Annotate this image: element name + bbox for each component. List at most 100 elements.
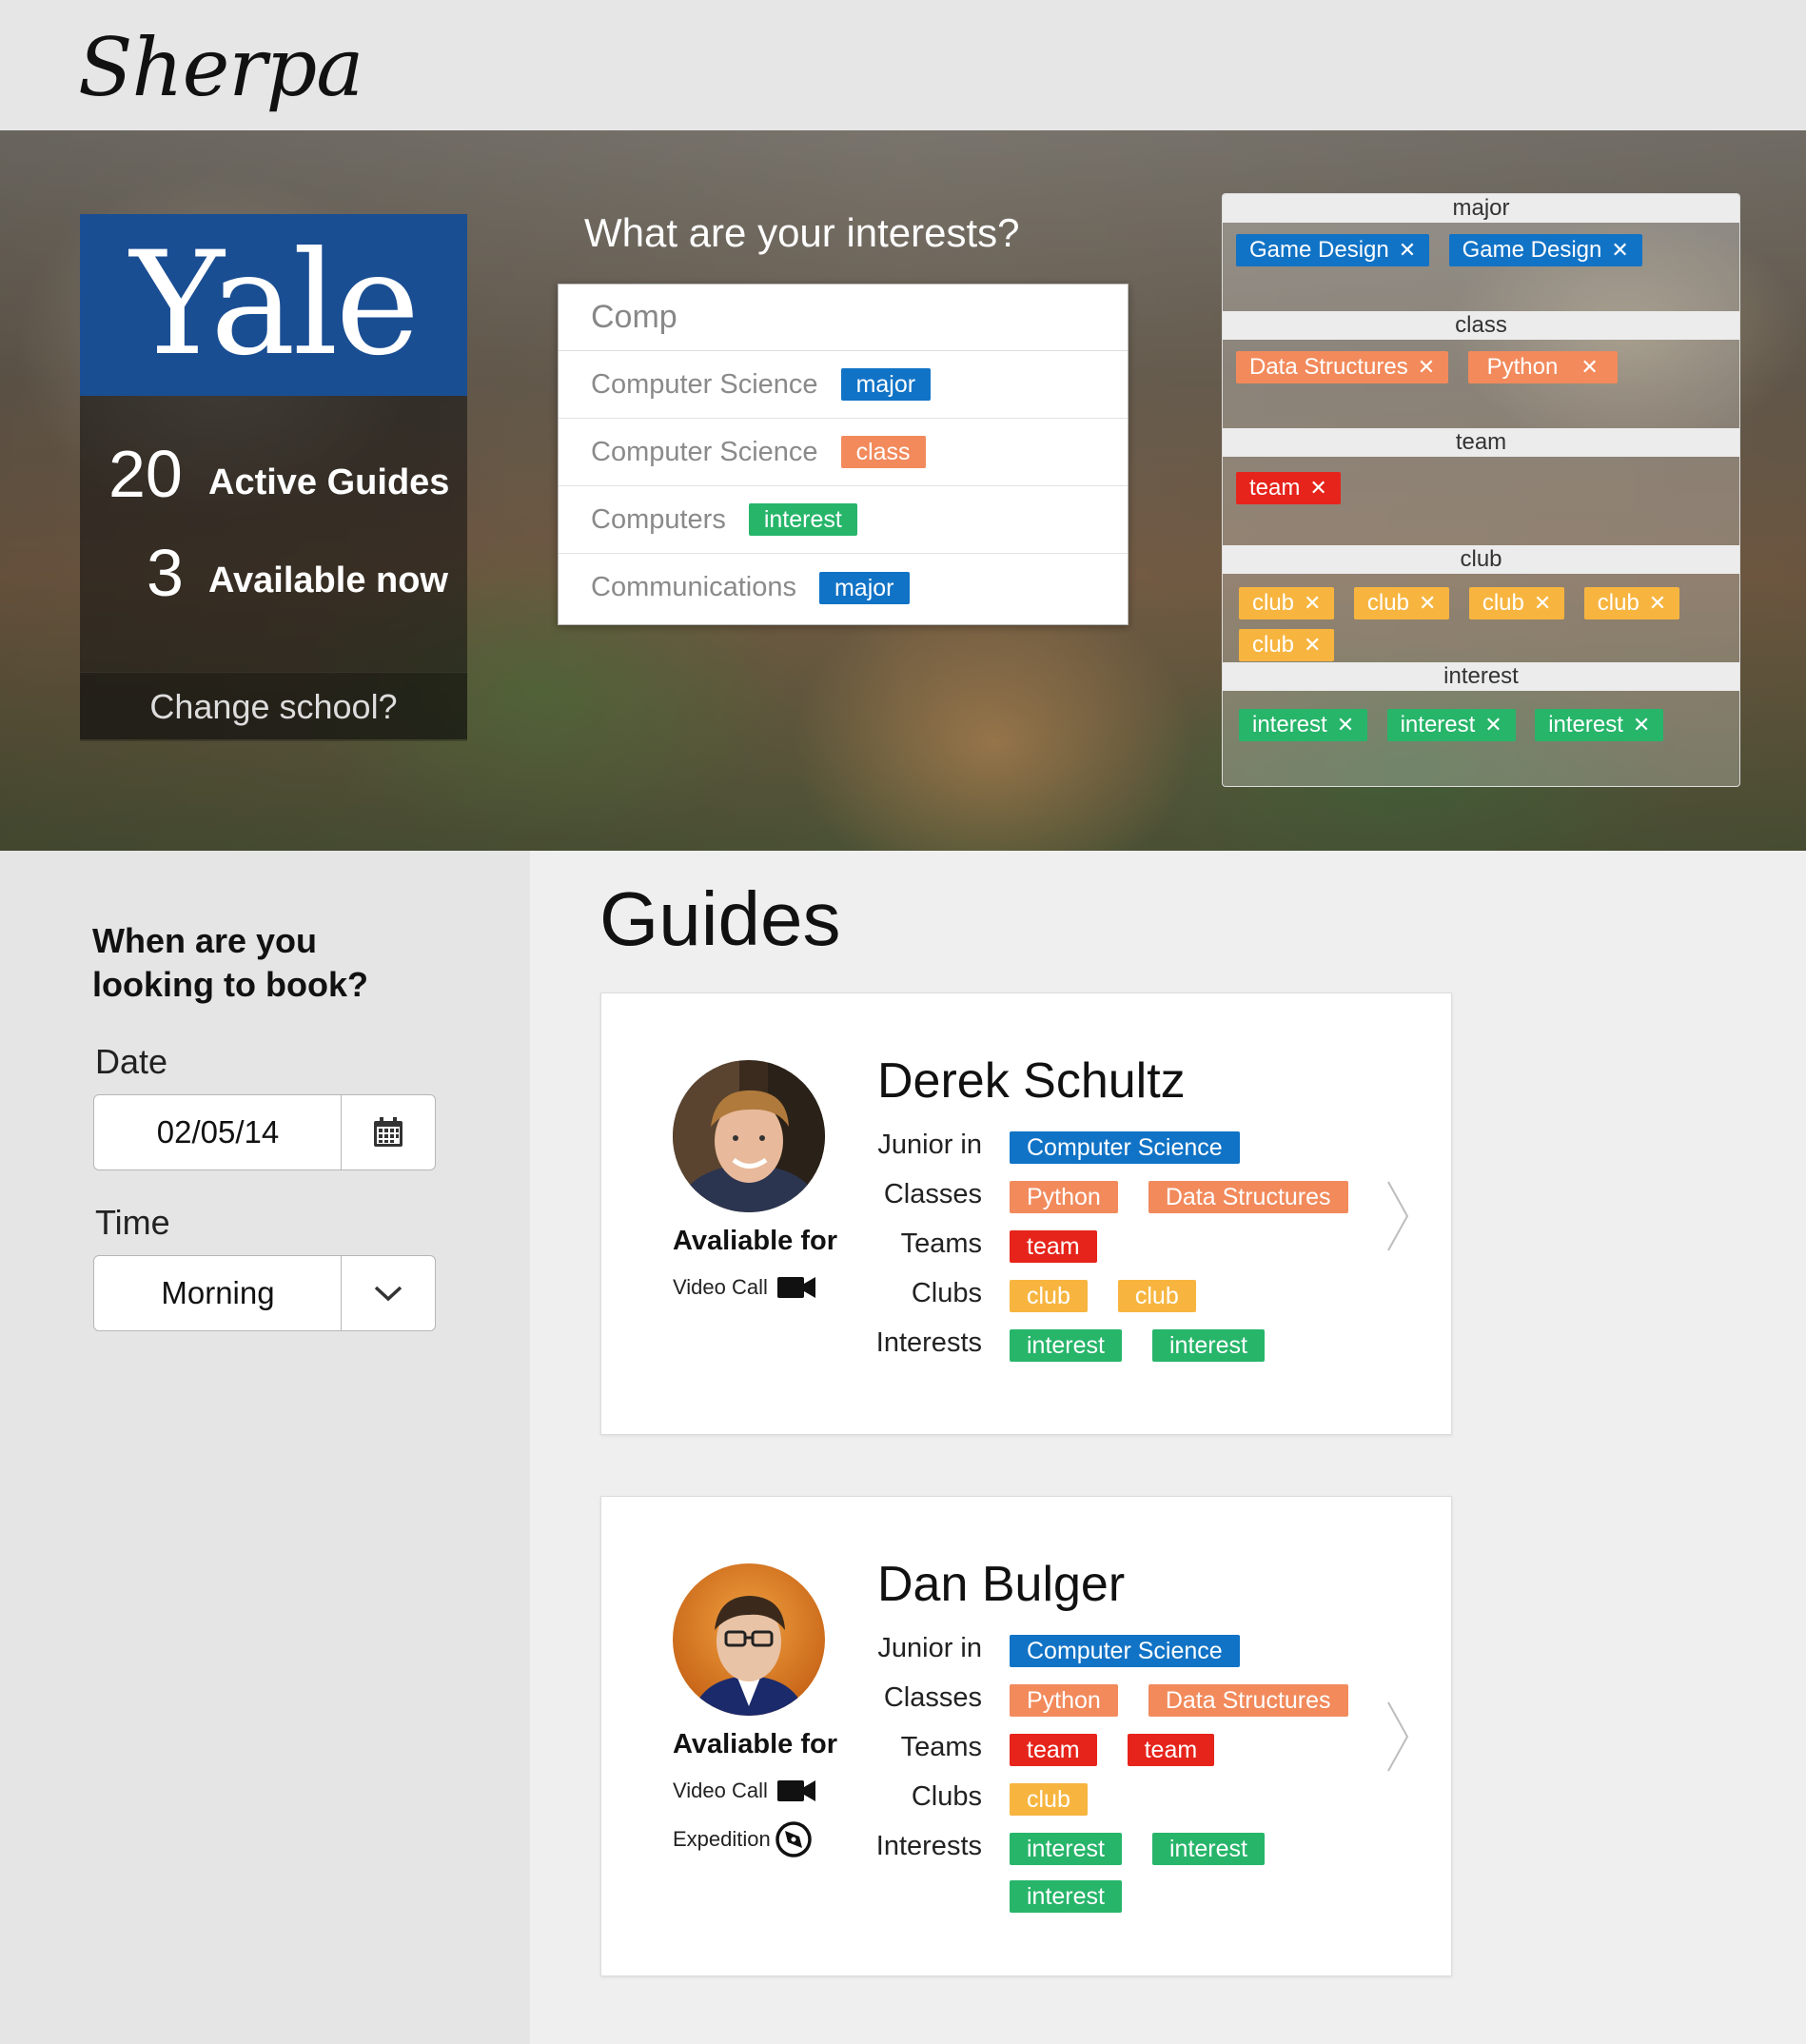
interests-label: Interests — [875, 1327, 982, 1358]
club-tag: club — [1117, 1280, 1196, 1312]
guide-avatar — [673, 1563, 825, 1716]
guide-avatar — [673, 1060, 825, 1212]
year-label: Junior in — [877, 1130, 982, 1160]
suggestion-text: Computer Science — [591, 436, 818, 467]
interest-tag: interest — [1010, 1833, 1122, 1865]
filter-tag[interactable]: club ✕ — [1468, 587, 1565, 619]
time-label: Time — [95, 1203, 170, 1242]
major-tag: Computer Science — [1010, 1635, 1240, 1667]
suggestion-item[interactable]: Communications major — [559, 554, 1128, 621]
guide-card[interactable]: Avaliable for Video Call Expedition Dan … — [600, 1496, 1452, 1976]
chevron-right-icon[interactable] — [1385, 1700, 1410, 1773]
close-icon[interactable]: ✕ — [1399, 238, 1416, 262]
availability-item: Expedition — [673, 1820, 813, 1858]
close-icon[interactable]: ✕ — [1649, 591, 1666, 615]
interest-search-input[interactable] — [559, 285, 1128, 351]
filter-tag[interactable]: Python ✕ — [1467, 351, 1618, 383]
club-tag: club — [1010, 1280, 1088, 1312]
interest-tag: interest — [1010, 1329, 1122, 1362]
class-tag: Data Structures — [1148, 1181, 1348, 1213]
close-icon[interactable]: ✕ — [1611, 238, 1628, 262]
guides-heading: Guides — [599, 876, 841, 961]
available-now-count: 3 — [147, 536, 184, 610]
guide-card[interactable]: Avaliable for Video Call Derek Schultz J… — [600, 993, 1452, 1435]
app-logo[interactable]: Sherpa — [78, 21, 363, 114]
suggestion-text: Computer Science — [591, 368, 818, 400]
filter-tag[interactable]: club ✕ — [1239, 629, 1335, 661]
availability-item: Video Call — [673, 1275, 815, 1300]
school-logo: Yale — [80, 214, 467, 396]
selected-filters-panel: major Game Design ✕ Game Design ✕ class Da… — [1222, 193, 1740, 787]
club-tag: club — [1010, 1783, 1088, 1816]
close-icon[interactable]: ✕ — [1419, 591, 1436, 615]
interest-tag: interest — [1010, 1880, 1122, 1913]
suggestion-item[interactable]: Computers interest — [559, 486, 1128, 554]
classes-label: Classes — [883, 1682, 982, 1713]
close-icon[interactable]: ✕ — [1304, 591, 1321, 615]
date-input[interactable]: 02/05/14 — [94, 1095, 342, 1169]
suggestion-tag: class — [840, 436, 926, 468]
teams-label: Teams — [900, 1732, 982, 1762]
date-label: Date — [95, 1042, 168, 1081]
active-guides-label: Active Guides — [208, 462, 450, 502]
date-field[interactable]: 02/05/14 — [93, 1094, 436, 1170]
year-label: Junior in — [877, 1633, 982, 1663]
availability-label: Video Call — [673, 1275, 768, 1299]
close-icon[interactable]: ✕ — [1484, 713, 1502, 737]
teams-label: Teams — [900, 1228, 982, 1259]
filter-tag[interactable]: interest ✕ — [1386, 709, 1516, 741]
class-tag: Data Structures — [1148, 1684, 1348, 1717]
close-icon[interactable]: ✕ — [1304, 633, 1321, 657]
filter-tag[interactable]: interest ✕ — [1535, 709, 1664, 741]
available-now-label: Available now — [208, 560, 448, 600]
suggestion-item[interactable]: Computer Science major — [559, 351, 1128, 419]
availability-item: Video Call — [673, 1779, 815, 1803]
filter-group-tags: club ✕ club ✕ club ✕ club ✕ club ✕ — [1239, 587, 1734, 671]
guide-name[interactable]: Dan Bulger — [877, 1556, 1125, 1613]
guide-name[interactable]: Derek Schultz — [877, 1052, 1186, 1110]
interests-label: Interests — [875, 1831, 982, 1861]
close-icon[interactable]: ✕ — [1534, 591, 1551, 615]
filter-tag[interactable]: club ✕ — [1353, 587, 1450, 619]
filter-group-title: class — [1223, 311, 1739, 340]
filter-tag[interactable]: interest ✕ — [1239, 709, 1368, 741]
classes-label: Classes — [883, 1179, 982, 1209]
calendar-icon — [374, 1117, 402, 1147]
active-guides-count: 20 — [108, 437, 183, 511]
close-icon[interactable]: ✕ — [1418, 355, 1435, 379]
close-icon[interactable]: ✕ — [1633, 713, 1650, 737]
filter-tag[interactable]: Data Structures ✕ — [1236, 351, 1449, 383]
time-value[interactable]: Morning — [94, 1256, 342, 1330]
major-tag: Computer Science — [1010, 1131, 1240, 1164]
close-icon[interactable]: ✕ — [1309, 476, 1326, 500]
change-school-link[interactable]: Change school? — [80, 672, 467, 741]
availability-label: Expedition — [673, 1827, 771, 1851]
team-tag: team — [1010, 1230, 1097, 1263]
filter-group-tags: Game Design ✕ Game Design ✕ — [1236, 234, 1731, 276]
interest-tag: interest — [1151, 1833, 1265, 1865]
interests-question: What are your interests? — [584, 210, 1020, 255]
close-icon[interactable]: ✕ — [1580, 355, 1598, 379]
filter-group-title: team — [1223, 428, 1739, 457]
suggestion-item[interactable]: Computer Science class — [559, 419, 1128, 486]
suggestion-text: Communications — [591, 572, 796, 602]
filter-group-tags: interest ✕ interest ✕ interest ✕ — [1239, 709, 1734, 751]
filter-group-tags: Data Structures ✕ Python ✕ — [1236, 351, 1731, 393]
filter-tag[interactable]: club ✕ — [1583, 587, 1680, 619]
filter-group-title: club — [1223, 545, 1739, 574]
filter-tag[interactable]: club ✕ — [1239, 587, 1335, 619]
compass-icon — [775, 1821, 812, 1857]
class-tag: Python — [1010, 1181, 1118, 1213]
video-camera-icon — [776, 1277, 815, 1298]
booking-question: When are you looking to book? — [92, 921, 368, 1004]
interest-search-box: Computer Science major Computer Science … — [558, 284, 1129, 625]
filter-tag[interactable]: Game Design ✕ — [1448, 234, 1642, 266]
filter-tag[interactable]: team ✕ — [1236, 472, 1341, 504]
date-picker-button[interactable] — [341, 1095, 435, 1169]
filter-group-title: interest — [1223, 662, 1739, 691]
chevron-right-icon[interactable] — [1385, 1180, 1410, 1252]
time-dropdown-button[interactable] — [341, 1256, 435, 1330]
filter-tag[interactable]: Game Design ✕ — [1236, 234, 1430, 266]
close-icon[interactable]: ✕ — [1337, 713, 1354, 737]
time-select[interactable]: Morning — [93, 1255, 436, 1331]
